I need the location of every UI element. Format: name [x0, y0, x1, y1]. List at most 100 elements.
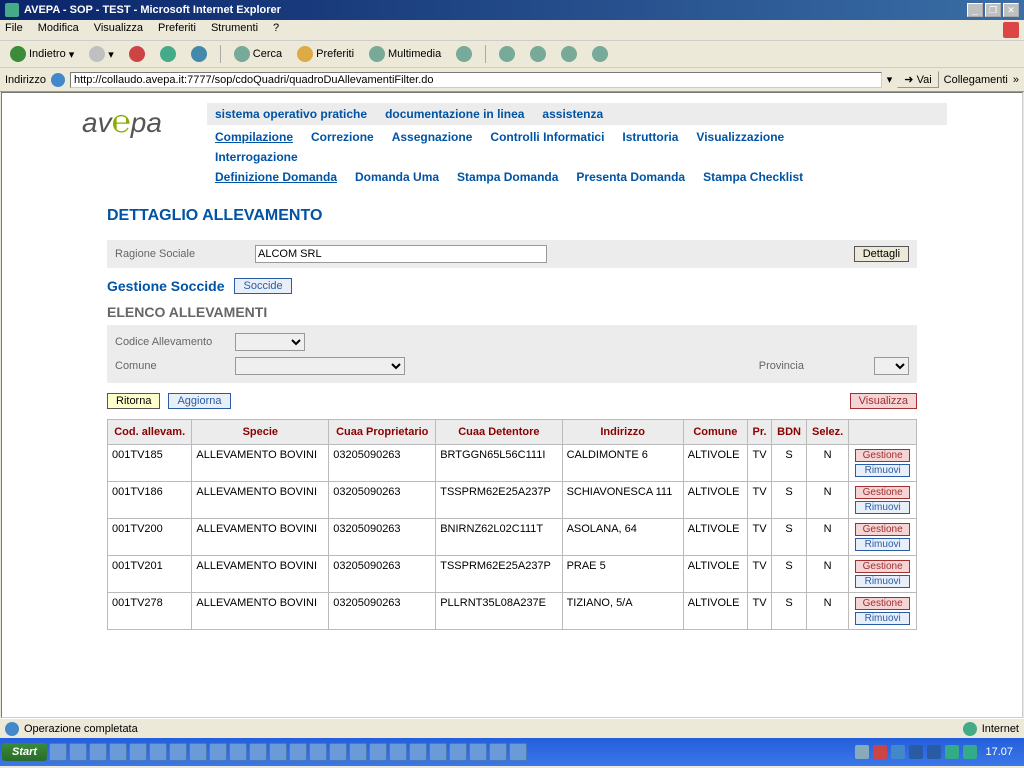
refresh-button[interactable]: [155, 44, 181, 64]
task-item[interactable]: [389, 743, 407, 761]
aggiorna-button[interactable]: Aggiorna: [168, 393, 230, 409]
edit-button[interactable]: [556, 44, 582, 64]
visualizza-button[interactable]: Visualizza: [850, 393, 917, 409]
task-item[interactable]: [89, 743, 107, 761]
menu-help[interactable]: ?: [273, 22, 279, 38]
soccide-button[interactable]: Soccide: [234, 278, 291, 294]
task-item[interactable]: [189, 743, 207, 761]
expand-icon[interactable]: »: [1013, 74, 1019, 86]
tray-icon[interactable]: [855, 745, 869, 759]
menu-modifica[interactable]: Modifica: [38, 22, 79, 38]
print-button[interactable]: [525, 44, 551, 64]
tray-icon[interactable]: [909, 745, 923, 759]
menu-strumenti[interactable]: Strumenti: [211, 22, 258, 38]
task-item[interactable]: [469, 743, 487, 761]
rimuovi-button[interactable]: Rimuovi: [855, 464, 910, 477]
task-item[interactable]: [369, 743, 387, 761]
task-item[interactable]: [489, 743, 507, 761]
nav-controlli[interactable]: Controlli Informatici: [490, 130, 604, 144]
rimuovi-button[interactable]: Rimuovi: [855, 501, 910, 514]
ritorna-button[interactable]: Ritorna: [107, 393, 160, 409]
ragione-input[interactable]: [255, 245, 547, 263]
menu-file[interactable]: File: [5, 22, 23, 38]
close-button[interactable]: ✕: [1003, 3, 1019, 17]
go-button[interactable]: ➜ Vai: [897, 71, 938, 88]
rimuovi-button[interactable]: Rimuovi: [855, 575, 910, 588]
task-item[interactable]: [269, 743, 287, 761]
tray-icon[interactable]: [873, 745, 887, 759]
address-input[interactable]: [70, 72, 882, 88]
multimedia-button[interactable]: Multimedia: [364, 44, 446, 64]
table-cell: N: [806, 482, 848, 519]
task-item[interactable]: [429, 743, 447, 761]
nav-presenta-domanda[interactable]: Presenta Domanda: [576, 170, 685, 184]
task-item[interactable]: [129, 743, 147, 761]
menu-visualizza[interactable]: Visualizza: [94, 22, 143, 38]
tray-icon[interactable]: [891, 745, 905, 759]
mail-button[interactable]: [494, 44, 520, 64]
nav-documentazione[interactable]: documentazione in linea: [385, 107, 524, 121]
task-item[interactable]: [289, 743, 307, 761]
gestione-button[interactable]: Gestione: [855, 597, 910, 610]
rimuovi-button[interactable]: Rimuovi: [855, 612, 910, 625]
discuss-button[interactable]: [587, 44, 613, 64]
task-item[interactable]: [449, 743, 467, 761]
gestione-button[interactable]: Gestione: [855, 560, 910, 573]
comune-select[interactable]: [235, 357, 405, 375]
dettagli-button[interactable]: Dettagli: [854, 246, 909, 262]
back-button[interactable]: Indietro ▾: [5, 44, 79, 64]
start-button[interactable]: Start: [2, 743, 47, 761]
task-item[interactable]: [409, 743, 427, 761]
menu-preferiti[interactable]: Preferiti: [158, 22, 196, 38]
tray-icon[interactable]: [927, 745, 941, 759]
page-icon: [51, 73, 65, 87]
tray-icon[interactable]: [963, 745, 977, 759]
mail-icon: [499, 46, 515, 62]
nav-domanda-uma[interactable]: Domanda Uma: [355, 170, 439, 184]
nav-assegnazione[interactable]: Assegnazione: [392, 130, 473, 144]
table-cell: ALLEVAMENTO BOVINI: [192, 519, 329, 556]
dropdown-icon[interactable]: ▾: [887, 73, 893, 86]
nav-stampa-domanda[interactable]: Stampa Domanda: [457, 170, 558, 184]
gestione-button[interactable]: Gestione: [855, 523, 910, 536]
rimuovi-button[interactable]: Rimuovi: [855, 538, 910, 551]
minimize-button[interactable]: _: [967, 3, 983, 17]
forward-button[interactable]: ▾: [84, 44, 119, 64]
provincia-select[interactable]: [874, 357, 909, 375]
task-item[interactable]: [249, 743, 267, 761]
task-item[interactable]: [69, 743, 87, 761]
restore-button[interactable]: ❐: [985, 3, 1001, 17]
gestione-button[interactable]: Gestione: [855, 486, 910, 499]
nav-istruttoria[interactable]: Istruttoria: [622, 130, 678, 144]
task-item[interactable]: [229, 743, 247, 761]
nav-compilazione[interactable]: Compilazione: [215, 130, 293, 144]
favorites-button[interactable]: Preferiti: [292, 44, 359, 64]
search-button[interactable]: Cerca: [229, 44, 287, 64]
nav-visualizzazione[interactable]: Visualizzazione: [696, 130, 784, 144]
nav-assistenza[interactable]: assistenza: [542, 107, 603, 121]
nav-interrogazione[interactable]: Interrogazione: [215, 150, 298, 164]
table-cell: ALTIVOLE: [683, 445, 747, 482]
gestione-button[interactable]: Gestione: [855, 449, 910, 462]
nav-stampa-checklist[interactable]: Stampa Checklist: [703, 170, 803, 184]
task-item[interactable]: [329, 743, 347, 761]
nav-definizione[interactable]: Definizione Domanda: [215, 170, 337, 184]
task-item[interactable]: [49, 743, 67, 761]
history-button[interactable]: [451, 44, 477, 64]
task-item[interactable]: [109, 743, 127, 761]
task-item[interactable]: [509, 743, 527, 761]
task-item[interactable]: [149, 743, 167, 761]
home-button[interactable]: [186, 44, 212, 64]
links-label[interactable]: Collegamenti: [944, 74, 1008, 86]
task-item[interactable]: [349, 743, 367, 761]
table-cell: 001TV201: [108, 556, 192, 593]
task-item[interactable]: [309, 743, 327, 761]
task-item[interactable]: [169, 743, 187, 761]
clock[interactable]: 17.07: [981, 746, 1017, 758]
nav-sistema[interactable]: sistema operativo pratiche: [215, 107, 367, 121]
nav-correzione[interactable]: Correzione: [311, 130, 374, 144]
stop-button[interactable]: [124, 44, 150, 64]
tray-icon[interactable]: [945, 745, 959, 759]
task-item[interactable]: [209, 743, 227, 761]
codice-select[interactable]: [235, 333, 305, 351]
